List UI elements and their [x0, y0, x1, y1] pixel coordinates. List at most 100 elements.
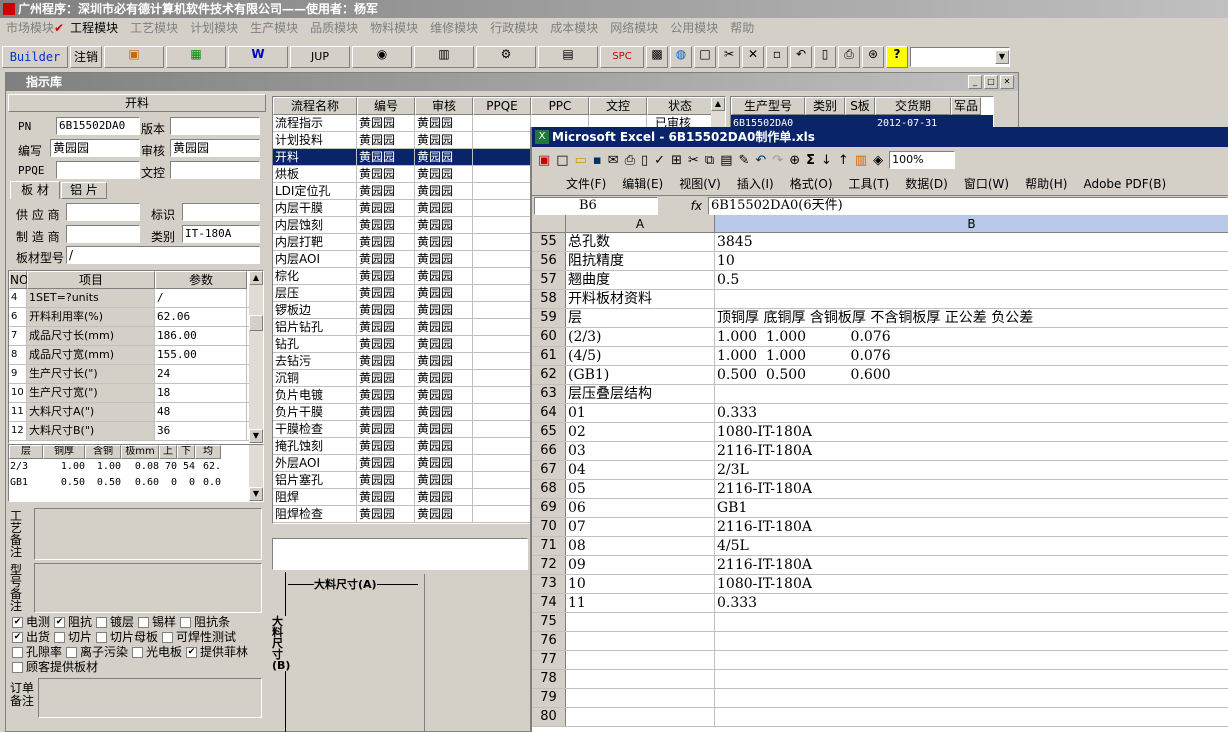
cut-icon[interactable]: ✂ [718, 46, 740, 68]
cell-b[interactable] [715, 290, 1228, 308]
cell-b[interactable]: GB1 [715, 499, 1228, 517]
row-number[interactable]: 79 [532, 689, 566, 707]
menu-item[interactable]: 生产模块 [250, 21, 298, 35]
row-number[interactable]: 80 [532, 708, 566, 726]
checkbox-box[interactable] [132, 647, 144, 658]
cell-b[interactable]: 2116-IT-180A [715, 442, 1228, 460]
cell-a[interactable]: (GB1) [566, 366, 715, 384]
row-number[interactable]: 67 [532, 461, 566, 479]
row-number[interactable]: 61 [532, 347, 566, 365]
email-icon[interactable]: ✉ [608, 153, 619, 168]
cell-b[interactable] [715, 385, 1228, 403]
cell-a[interactable]: 05 [566, 480, 715, 498]
name-box[interactable]: B6 [534, 196, 658, 215]
row-number[interactable]: 59 [532, 309, 566, 327]
option-checkbox[interactable]: 切片母板 [96, 630, 158, 644]
zoom-select[interactable]: 100% [889, 151, 956, 169]
excel-menu-item[interactable]: 数据(D) [905, 173, 948, 195]
layer-col-header[interactable]: 含铜mm [85, 445, 121, 459]
cell-b[interactable]: 4/5L [715, 537, 1228, 555]
menu-item[interactable]: 网络模块 [610, 21, 658, 35]
maximize-icon[interactable]: □ [984, 75, 998, 89]
row-number[interactable]: 56 [532, 252, 566, 270]
cell-a[interactable]: (2/3) [566, 328, 715, 346]
params-col-header[interactable]: 参数 [155, 271, 247, 289]
new-icon[interactable]: □ [694, 46, 716, 68]
cell-a[interactable]: 01 [566, 404, 715, 422]
sort-desc-icon[interactable]: ↑ [838, 153, 849, 168]
flow-col-header[interactable]: PPC [531, 97, 589, 115]
cut-doc-icon[interactable]: ✂ [688, 153, 699, 168]
menu-item[interactable]: 市场模块 [6, 21, 54, 35]
row-number[interactable]: 62 [532, 366, 566, 384]
mark-field[interactable] [182, 203, 260, 221]
checkbox-box[interactable] [66, 647, 78, 658]
cell-b[interactable]: 1080-IT-180A [715, 423, 1228, 441]
format-painter-icon[interactable]: ✎ [738, 153, 749, 168]
menu-item[interactable]: 工艺模块 [130, 21, 178, 35]
cell-a[interactable] [566, 632, 715, 650]
cell-b[interactable]: 3845 [715, 233, 1228, 251]
cell-b[interactable]: 顶铜厚 底铜厚 含铜板厚 不含铜板厚 正公差 负公差 [715, 309, 1228, 327]
excel-menu-item[interactable]: 文件(F) [566, 173, 606, 195]
print-icon[interactable]: ⎙ [838, 46, 860, 68]
redo-icon[interactable]: ↷ [772, 153, 783, 168]
row-number[interactable]: 70 [532, 518, 566, 536]
option-checkbox[interactable]: ✔ 提供菲林 [186, 645, 248, 659]
research-icon[interactable]: ⊞ [671, 153, 682, 168]
close-icon[interactable]: ✕ [1000, 75, 1014, 89]
cell-b[interactable]: 1.000 1.000 0.076 [715, 328, 1228, 346]
row-number[interactable]: 77 [532, 651, 566, 669]
report-icon[interactable]: ▣ [104, 46, 164, 68]
tab-sheet[interactable]: 板 材 [10, 181, 60, 199]
cell-b[interactable]: 1.000 1.000 0.076 [715, 347, 1228, 365]
flow-col-header[interactable]: 状态 [647, 97, 713, 115]
cell-b[interactable]: 0.333 [715, 404, 1228, 422]
option-checkbox[interactable]: 镀层 [96, 615, 134, 629]
flow-note-field[interactable] [272, 538, 528, 570]
flow-col-header[interactable]: PPQE [473, 97, 531, 115]
option-checkbox[interactable]: 阻抗条 [180, 615, 230, 629]
menu-item[interactable]: 行政模块 [490, 21, 538, 35]
option-checkbox[interactable]: 孔隙率 [12, 645, 62, 659]
excel-menu-item[interactable]: Adobe PDF(B) [1083, 173, 1166, 195]
layer-scroll-down-icon[interactable]: ▼ [249, 487, 263, 501]
layer-row[interactable]: 2/3 1.00 1.00 0.08 70 54 62. [9, 459, 263, 475]
cell-a[interactable]: 08 [566, 537, 715, 555]
cell-a[interactable]: (4/5) [566, 347, 715, 365]
logout-button[interactable]: 注销 [70, 46, 102, 68]
excel-menu-item[interactable]: 插入(I) [737, 173, 774, 195]
paste-icon[interactable]: ▤ [720, 153, 732, 168]
cell-b[interactable]: 0.333 [715, 594, 1228, 612]
layer-col-header[interactable]: 均 [195, 445, 221, 459]
row-number[interactable]: 58 [532, 290, 566, 308]
cell-b[interactable] [715, 708, 1228, 726]
model-field[interactable]: / [66, 246, 260, 264]
row-number[interactable]: 78 [532, 670, 566, 688]
option-checkbox[interactable]: 离子污染 [66, 645, 128, 659]
preview-icon[interactable]: ▯ [814, 46, 836, 68]
doc-field[interactable] [170, 161, 260, 179]
checkbox-box[interactable] [54, 632, 66, 643]
option-checkbox[interactable]: ✔ 电测 [12, 615, 50, 629]
option-checkbox[interactable]: 可焊性测试 [162, 630, 236, 644]
layer-col-header[interactable]: 铜厚(OZ) [43, 445, 85, 459]
order-col-header[interactable]: 生产型号 [731, 97, 805, 115]
order-col-header[interactable]: S板 [845, 97, 875, 115]
scroll-thumb[interactable] [249, 315, 263, 331]
scroll-down-icon[interactable]: ▼ [249, 429, 263, 443]
excel-menu-item[interactable]: 帮助(H) [1025, 173, 1067, 195]
row-number[interactable]: 55 [532, 233, 566, 251]
menu-item[interactable]: 物料模块 [370, 21, 418, 35]
layer-scrollbar[interactable]: ▼ [249, 445, 263, 501]
checkbox-box[interactable]: ✔ [12, 617, 23, 628]
layer-col-header[interactable]: 上 [159, 445, 177, 459]
cell-b[interactable] [715, 613, 1228, 631]
order-col-header[interactable]: 交货期 [875, 97, 951, 115]
builder-button[interactable]: Builder [2, 46, 68, 68]
select-all-corner[interactable] [532, 215, 566, 232]
menu-item[interactable]: 工程模块 [70, 21, 118, 35]
option-checkbox[interactable]: 顾客提供板材 [12, 660, 98, 674]
flow-col-header[interactable]: 编号 [357, 97, 415, 115]
row-number[interactable]: 65 [532, 423, 566, 441]
